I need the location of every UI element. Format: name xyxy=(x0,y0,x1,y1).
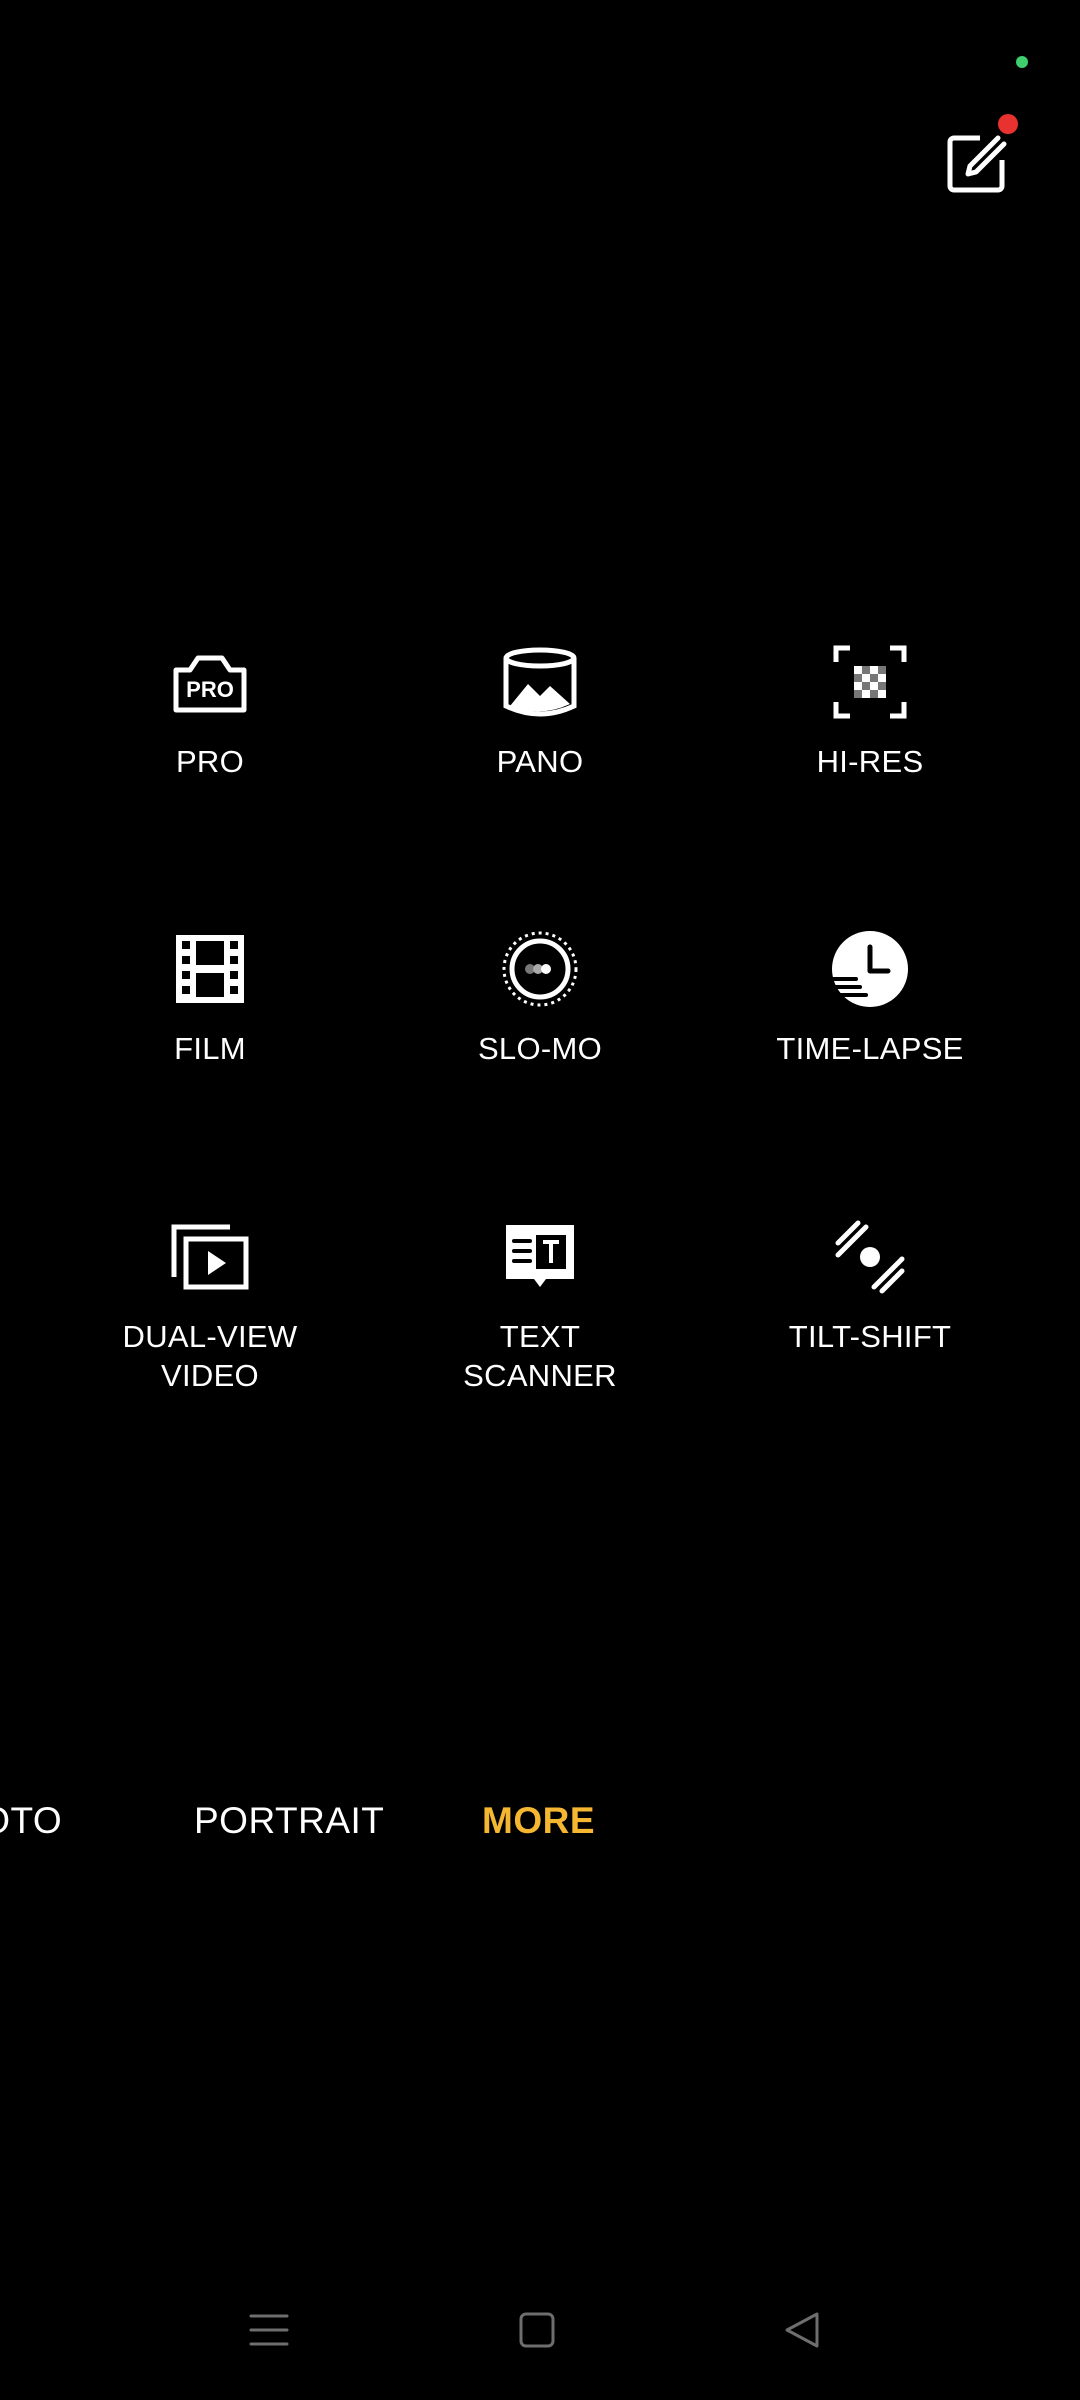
edit-modes-button[interactable] xyxy=(940,128,1012,200)
mode-label: TILT-SHIFT xyxy=(788,1319,952,1354)
mode-label: SLO-MO xyxy=(477,1031,603,1066)
mode-time-lapse[interactable]: TIME-LAPSE xyxy=(705,927,1035,1068)
panorama-icon xyxy=(498,640,582,724)
mode-pano[interactable]: PANO xyxy=(375,640,705,781)
svg-text:PRO: PRO xyxy=(186,677,234,702)
home-button[interactable] xyxy=(497,2290,577,2370)
mode-slo-mo[interactable]: SLO-MO xyxy=(375,927,705,1068)
mode-text-scanner[interactable]: TEXT SCANNER xyxy=(375,1215,705,1395)
edit-square-icon xyxy=(947,135,1007,193)
mode-label: HI-RES xyxy=(816,744,924,779)
camera-mode-strip: HOTO PORTRAIT MORE xyxy=(0,1800,1080,1860)
mode-film[interactable]: FILM xyxy=(45,927,375,1068)
recent-apps-button[interactable] xyxy=(229,2290,309,2370)
hi-res-icon xyxy=(828,640,912,724)
mode-label: DUAL-VIEW VIDEO xyxy=(122,1319,298,1393)
status-indicator-dot xyxy=(1016,56,1028,68)
mode-label: FILM xyxy=(174,1031,246,1066)
menu-icon xyxy=(249,2314,289,2346)
mode-label: TIME-LAPSE xyxy=(776,1031,964,1066)
mode-tilt-shift[interactable]: TILT-SHIFT xyxy=(705,1215,1035,1356)
film-icon xyxy=(168,927,252,1011)
dual-view-video-icon xyxy=(168,1215,252,1299)
mode-tab-photo[interactable]: HOTO xyxy=(0,1800,62,1842)
mode-tab-portrait[interactable]: PORTRAIT xyxy=(194,1800,384,1842)
back-triangle-icon xyxy=(785,2312,819,2348)
notification-badge xyxy=(998,114,1018,134)
system-nav-bar xyxy=(0,2290,1080,2370)
slow-motion-icon xyxy=(498,927,582,1011)
mode-pro[interactable]: PRO PRO xyxy=(45,640,375,781)
mode-label: TEXT SCANNER xyxy=(463,1319,617,1393)
pro-camera-icon: PRO xyxy=(168,640,252,724)
tilt-shift-icon xyxy=(828,1215,912,1299)
mode-tab-more[interactable]: MORE xyxy=(482,1800,595,1842)
back-button[interactable] xyxy=(763,2290,843,2370)
time-lapse-icon xyxy=(828,927,912,1011)
mode-hi-res[interactable]: HI-RES xyxy=(705,640,1035,781)
home-square-icon xyxy=(519,2312,555,2348)
mode-label: PANO xyxy=(496,744,584,779)
mode-label: PRO xyxy=(175,744,245,779)
text-scanner-icon xyxy=(498,1215,582,1299)
mode-dual-view-video[interactable]: DUAL-VIEW VIDEO xyxy=(45,1215,375,1395)
